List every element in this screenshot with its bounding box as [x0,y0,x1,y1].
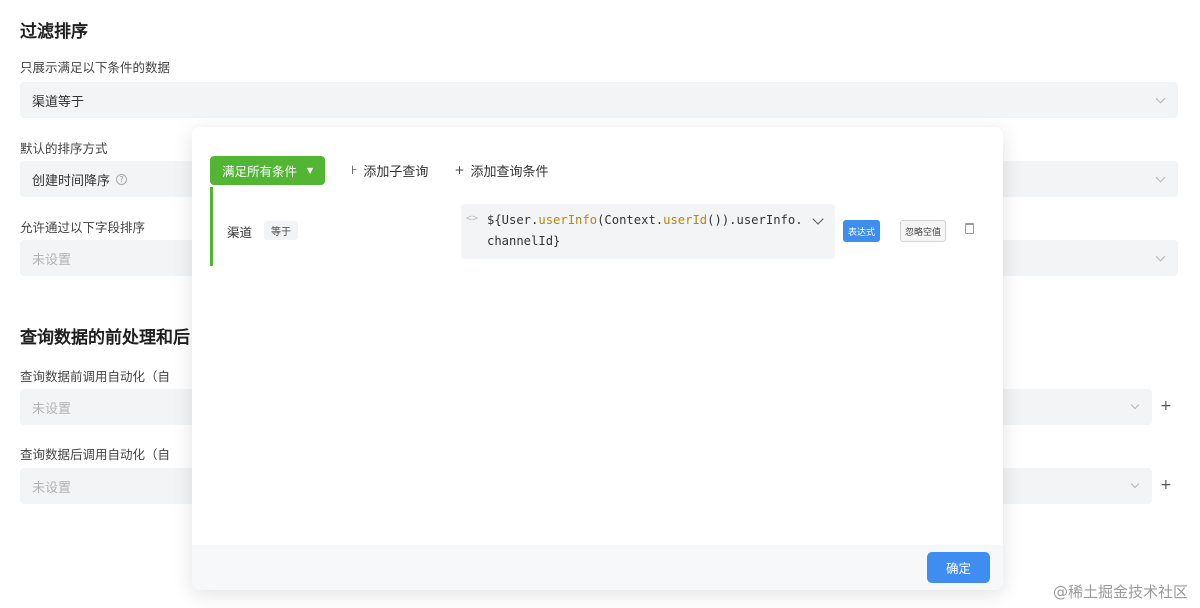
match-all-conditions-button[interactable]: 满足所有条件 ▼ [210,155,326,185]
code-icon: <> [466,213,479,224]
chevron-down-icon [1130,479,1140,489]
watermark: @稀土掘金技术社区 [1052,583,1188,601]
filter-select-value: 渠道等于 [32,94,85,110]
chevron-down-icon [1130,400,1140,410]
chevron-down-icon [1155,93,1166,104]
confirm-button[interactable]: 确定 [927,552,990,583]
pre-automation-label: 查询数据前调用自动化（自 [20,369,171,384]
plus-icon: + [454,163,465,177]
chevron-down-icon [1155,172,1166,183]
caret-down-icon: ▼ [307,165,314,175]
expression-mode-button[interactable]: 表达式 [843,220,881,242]
chevron-down-icon [1155,251,1166,262]
filter-condition-modal: 满足所有条件 ▼ ⊦ 添加子查询 + 添加查询条件 渠道 等于 <> ${Use… [192,127,1003,590]
condition-operator[interactable]: 等于 [264,221,298,240]
preprocess-title: 查询数据的前处理和后 [20,328,190,348]
trash-icon[interactable] [965,223,974,234]
help-icon: ? [116,173,128,185]
add-post-automation-button[interactable]: + [1160,477,1172,493]
add-condition-label: 添加查询条件 [470,164,549,180]
chevron-down-icon[interactable] [812,213,824,225]
expression-text: ${User.userInfo(Context.userId()).userIn… [487,213,803,248]
post-automation-label: 查询数据后调用自动化（自 [20,447,171,462]
condition-field[interactable]: 渠道 [227,222,252,241]
branch-icon: ⊦ [351,163,358,177]
sort-fields-placeholder: 未设置 [32,252,72,268]
filter-select[interactable]: 渠道等于 [20,82,1178,118]
condition-row: 渠道 等于 <> ${User.userInfo(Context.userId(… [210,187,990,266]
sort-select-value: 创建时间降序 [32,173,111,189]
expression-input[interactable]: <> ${User.userInfo(Context.userId()).use… [461,204,835,259]
add-pre-automation-button[interactable]: + [1160,398,1172,414]
add-subquery-button[interactable]: ⊦ 添加子查询 [351,161,428,180]
ignore-empty-button[interactable]: 忽略空值 [900,220,947,242]
post-automation-placeholder: 未设置 [32,480,72,496]
condition-toolbar: 满足所有条件 ▼ ⊦ 添加子查询 + 添加查询条件 [210,155,549,185]
pre-automation-placeholder: 未设置 [32,401,72,417]
match-button-label: 满足所有条件 [222,163,298,179]
filter-sort-title: 过滤排序 [20,22,88,42]
sort-label: 默认的排序方式 [20,141,108,156]
add-condition-button[interactable]: + 添加查询条件 [454,161,548,180]
modal-footer [192,545,1003,590]
add-subquery-label: 添加子查询 [363,164,429,180]
sort-fields-label: 允许通过以下字段排序 [20,220,146,235]
filter-label: 只展示满足以下条件的数据 [20,60,171,75]
